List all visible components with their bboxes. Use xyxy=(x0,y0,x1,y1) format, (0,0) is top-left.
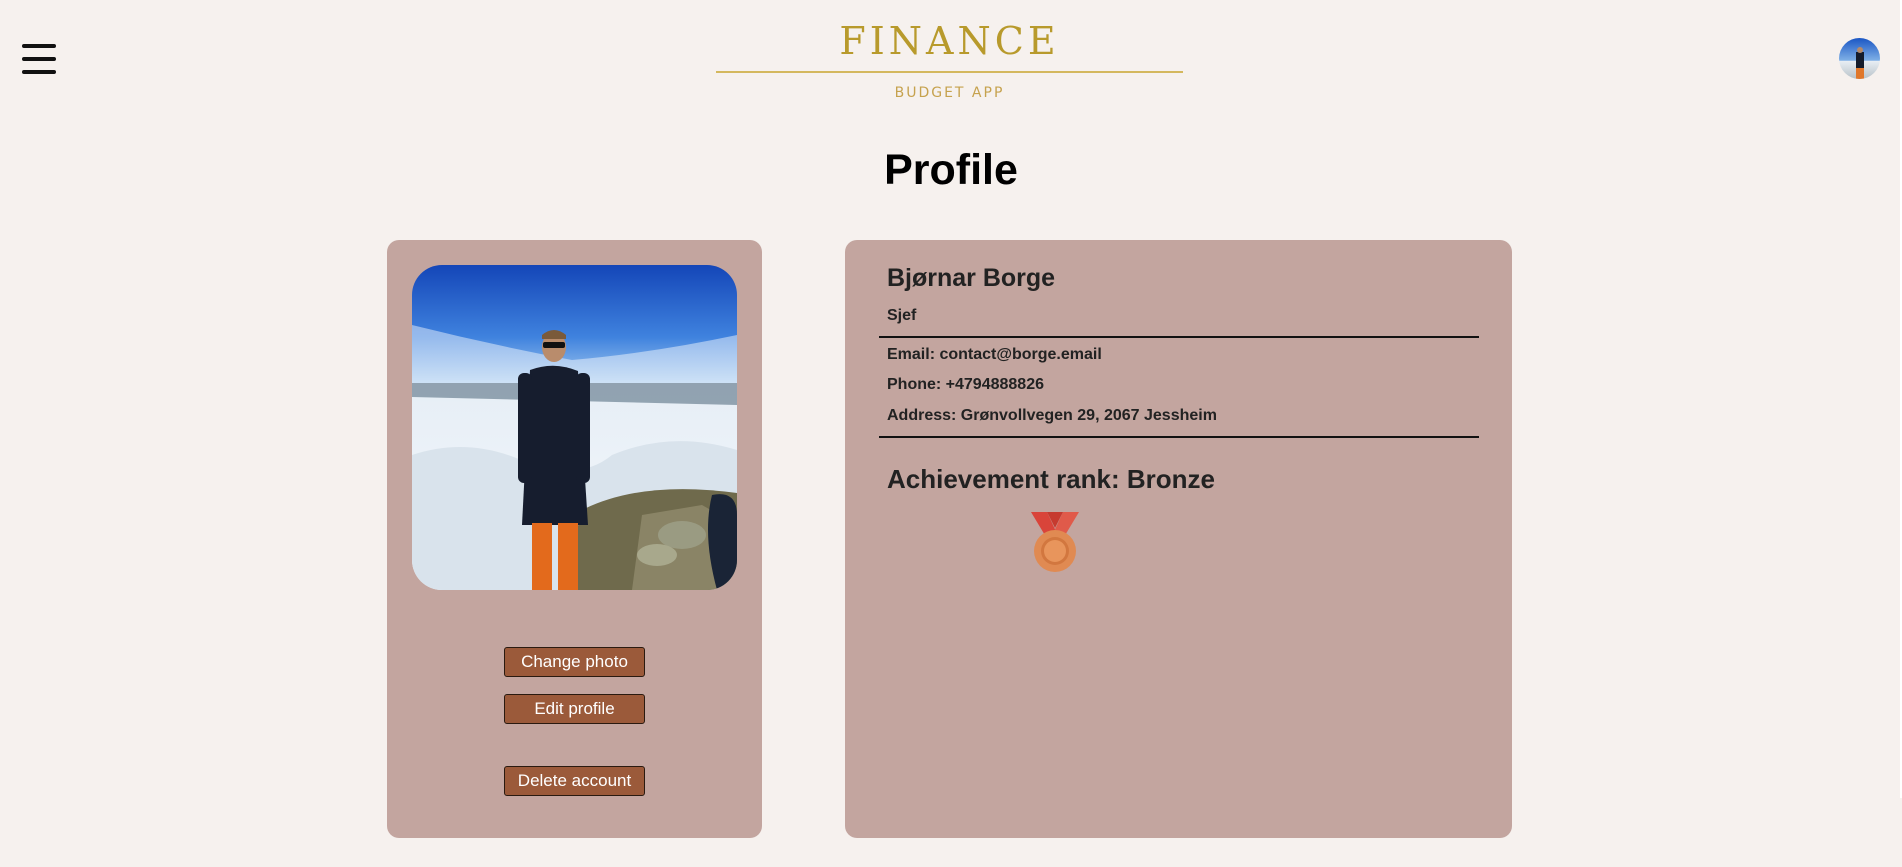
profile-info-card: Bjørnar Borge Sjef Email: contact@borge.… xyxy=(845,240,1512,838)
app-logo: FINANCE BUDGET APP xyxy=(716,18,1183,101)
avatar-photo xyxy=(1839,38,1880,79)
profile-photo-image xyxy=(412,265,737,590)
profile-email: Email: contact@borge.email xyxy=(887,346,1102,363)
profile-name: Bjørnar Borge xyxy=(887,264,1056,292)
delete-account-button[interactable]: Delete account xyxy=(504,766,645,796)
logo-subtitle: BUDGET APP xyxy=(894,85,1005,101)
medal-graphic xyxy=(1031,512,1079,572)
profile-role: Sjef xyxy=(887,307,917,324)
hamburger-menu-icon[interactable] xyxy=(22,44,56,74)
logo-divider xyxy=(716,71,1183,73)
achievement-rank: Achievement rank: Bronze xyxy=(887,464,1215,494)
logo-title: FINANCE xyxy=(839,19,1060,63)
info-divider xyxy=(879,436,1479,438)
menu-bar xyxy=(22,70,56,74)
menu-bar xyxy=(22,44,56,48)
page-title: Profile xyxy=(884,146,1018,194)
info-divider xyxy=(879,336,1479,338)
menu-bar xyxy=(22,57,56,61)
profile-address: Address: Grønvollvegen 29, 2067 Jessheim xyxy=(887,407,1217,424)
bronze-medal-icon xyxy=(1029,512,1081,574)
user-avatar[interactable] xyxy=(1839,38,1880,79)
profile-photo xyxy=(412,265,737,590)
profile-phone: Phone: +4794888826 xyxy=(887,376,1044,393)
photo-card: Change photo Edit profile Delete account xyxy=(387,240,762,838)
change-photo-button[interactable]: Change photo xyxy=(504,647,645,677)
edit-profile-button[interactable]: Edit profile xyxy=(504,694,645,724)
